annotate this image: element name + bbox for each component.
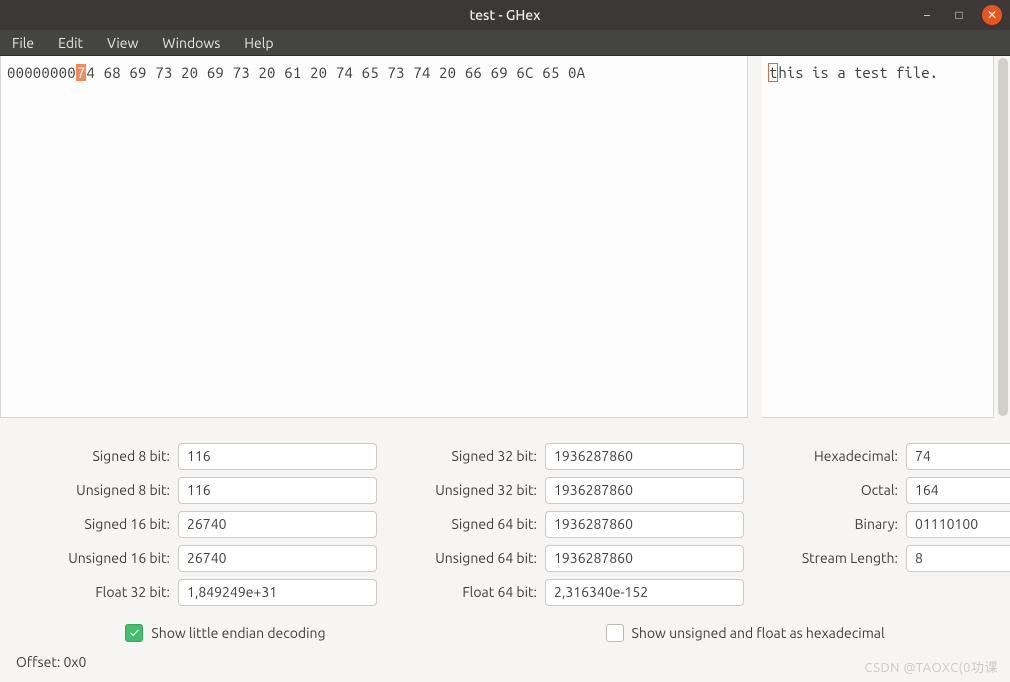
input-u32[interactable] <box>545 477 744 504</box>
label-oct: Octal: <box>764 482 906 498</box>
label-s16: Signed 16 bit: <box>18 516 178 532</box>
ascii-view[interactable]: this is a test file. <box>762 56 994 418</box>
label-u8: Unsigned 8 bit: <box>18 482 178 498</box>
hex-offset: 00000000 <box>7 64 76 81</box>
statusbar-offset: Offset: 0x0 <box>16 654 86 670</box>
menu-edit[interactable]: Edit <box>46 30 95 55</box>
window-controls: – □ ✕ <box>918 5 1002 25</box>
label-u64: Unsigned 64 bit: <box>397 550 545 566</box>
menu-windows[interactable]: Windows <box>150 30 232 55</box>
label-bin: Binary: <box>764 516 906 532</box>
label-s64: Signed 64 bit: <box>397 516 545 532</box>
input-u16[interactable] <box>178 545 377 572</box>
label-s8: Signed 8 bit: <box>18 448 178 464</box>
label-hex: Hexadecimal: <box>764 448 906 464</box>
check-icon: ✓ <box>125 624 143 642</box>
watermark: CSDN @TAOXC(0功课 <box>865 657 998 676</box>
menu-view[interactable]: View <box>95 30 150 55</box>
input-stream-length[interactable] <box>906 545 1010 572</box>
close-button[interactable]: ✕ <box>982 5 1002 25</box>
check-icon <box>606 624 624 642</box>
label-s32: Signed 32 bit: <box>397 448 545 464</box>
input-u64[interactable] <box>545 545 744 572</box>
label-stream: Stream Length: <box>764 550 906 566</box>
hex-bytes: 4 68 69 73 20 69 73 20 61 20 74 65 73 74… <box>86 64 585 81</box>
checkbox-little-endian[interactable]: ✓ Show little endian decoding <box>125 624 325 642</box>
input-s16[interactable] <box>178 511 377 538</box>
input-s8[interactable] <box>178 443 377 470</box>
label-f32: Float 32 bit: <box>18 584 178 600</box>
label-f64: Float 64 bit: <box>397 584 545 600</box>
label-u16: Unsigned 16 bit: <box>18 550 178 566</box>
maximize-button[interactable]: □ <box>950 6 968 24</box>
ascii-text: his is a test file. <box>778 64 938 81</box>
checkbox-row: ✓ Show little endian decoding Show unsig… <box>0 606 1010 642</box>
minimize-button[interactable]: – <box>918 6 936 24</box>
decode-panel: Signed 8 bit: Unsigned 8 bit: Signed 16 … <box>0 418 1010 606</box>
checkbox-unsigned-hex-label: Show unsigned and float as hexadecimal <box>632 625 885 641</box>
hex-cursor[interactable]: 7 <box>76 64 87 81</box>
menu-file[interactable]: File <box>0 30 46 55</box>
titlebar: test - GHex – □ ✕ <box>0 0 1010 30</box>
input-f64[interactable] <box>545 579 744 606</box>
input-u8[interactable] <box>178 477 377 504</box>
window-title: test - GHex <box>470 7 541 23</box>
input-oct[interactable] <box>906 477 1010 504</box>
input-bin[interactable] <box>906 511 1010 538</box>
input-f32[interactable] <box>178 579 377 606</box>
checkbox-little-endian-label: Show little endian decoding <box>151 625 325 641</box>
scrollbar[interactable] <box>998 58 1008 416</box>
menubar: File Edit View Windows Help <box>0 30 1010 56</box>
input-s32[interactable] <box>545 443 744 470</box>
menu-help[interactable]: Help <box>232 30 285 55</box>
checkbox-unsigned-hex[interactable]: Show unsigned and float as hexadecimal <box>606 624 885 642</box>
workarea: 0000000074 68 69 73 20 69 73 20 61 20 74… <box>0 56 1010 418</box>
ascii-cursor[interactable]: t <box>768 63 778 82</box>
hex-view[interactable]: 0000000074 68 69 73 20 69 73 20 61 20 74… <box>0 56 748 418</box>
input-s64[interactable] <box>545 511 744 538</box>
input-hex[interactable] <box>906 443 1010 470</box>
label-u32: Unsigned 32 bit: <box>397 482 545 498</box>
